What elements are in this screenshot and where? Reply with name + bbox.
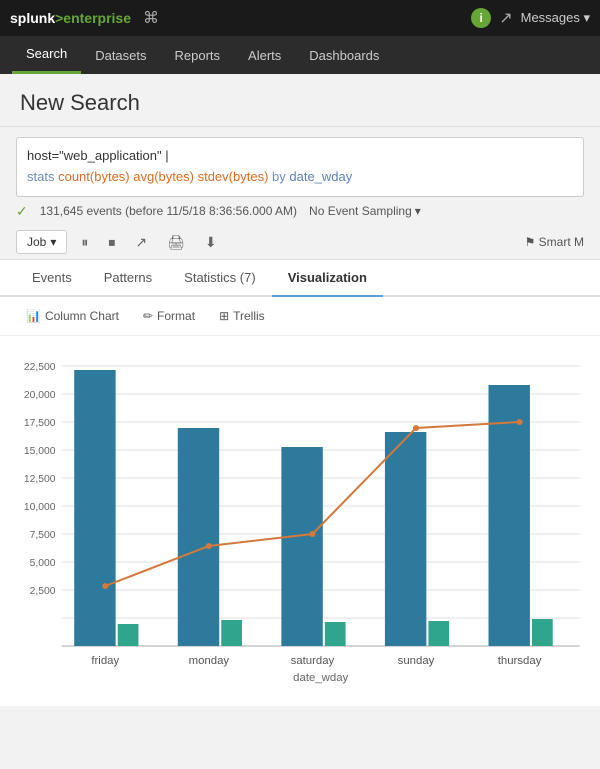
column-chart-icon: 📊 xyxy=(26,309,41,323)
top-bar-left: splunk>enterprise ⌘ xyxy=(10,8,159,28)
dot-thursday xyxy=(516,419,522,425)
svg-text:7,500: 7,500 xyxy=(30,530,56,541)
x-axis-field-label: date_wday xyxy=(293,672,348,684)
trellis-button[interactable]: ⊞ Trellis xyxy=(209,305,275,327)
activity-icon[interactable]: ⌘ xyxy=(143,8,159,28)
search-field: date_wday xyxy=(289,169,352,184)
no-sampling-dropdown[interactable]: No Event Sampling ▾ xyxy=(309,204,421,218)
page-content: New Search host="web_application" | stat… xyxy=(0,74,600,706)
top-bar-right: i ↗ Messages ▾ xyxy=(471,8,590,28)
svg-text:17,500: 17,500 xyxy=(24,418,56,429)
status-check-icon: ✓ xyxy=(16,203,28,220)
bar-sunday-count xyxy=(385,432,426,646)
dot-sunday xyxy=(413,425,419,431)
dot-monday xyxy=(206,543,212,549)
messages-button[interactable]: Messages ▾ xyxy=(521,10,590,26)
print-icon[interactable]: 🖨 xyxy=(161,230,191,255)
nav-alerts[interactable]: Alerts xyxy=(234,36,295,74)
search-fn2: avg(bytes) xyxy=(133,169,194,184)
svg-text:15,000: 15,000 xyxy=(24,446,56,457)
xlabel-friday: friday xyxy=(91,655,119,667)
bar-saturday-count xyxy=(281,447,322,646)
main-nav: Search Datasets Reports Alerts Dashboard… xyxy=(0,36,600,74)
viz-toolbar: 📊 Column Chart ✏ Format ⊞ Trellis xyxy=(0,297,600,336)
trellis-label: Trellis xyxy=(233,309,265,323)
logo-enterprise: >enterprise xyxy=(55,10,131,26)
page-title: New Search xyxy=(20,90,580,116)
bar-saturday-avg xyxy=(325,622,346,646)
sampling-chevron: ▾ xyxy=(415,204,421,218)
bar-friday-avg xyxy=(118,624,139,646)
chart-svg: 22,500 20,000 17,500 15,000 12,500 10,00… xyxy=(10,346,590,686)
job-button[interactable]: Job ▾ xyxy=(16,230,67,254)
format-icon: ✏ xyxy=(143,309,153,323)
tab-visualization[interactable]: Visualization xyxy=(272,260,383,297)
nav-dashboards[interactable]: Dashboards xyxy=(295,36,393,74)
bar-thursday-avg xyxy=(532,619,553,646)
nav-datasets[interactable]: Datasets xyxy=(81,36,160,74)
trellis-icon: ⊞ xyxy=(219,309,229,323)
tabs-bar: Events Patterns Statistics (7) Visualiza… xyxy=(0,260,600,297)
events-count: 131,645 events (before 11/5/18 8:36:56.0… xyxy=(40,204,297,218)
svg-text:22,500: 22,500 xyxy=(24,362,56,373)
top-bar: splunk>enterprise ⌘ i ↗ Messages ▾ xyxy=(0,0,600,36)
smart-mode-label: ⚑ Smart M xyxy=(525,235,584,249)
bar-monday-avg xyxy=(221,620,242,646)
xlabel-monday: monday xyxy=(189,655,230,667)
svg-text:10,000: 10,000 xyxy=(24,502,56,513)
svg-text:5,000: 5,000 xyxy=(30,558,56,569)
bar-monday-count xyxy=(178,428,219,646)
tab-events[interactable]: Events xyxy=(16,260,88,297)
sampling-label: No Event Sampling xyxy=(309,204,412,218)
send-icon[interactable]: ↗ xyxy=(129,230,153,255)
svg-text:12,500: 12,500 xyxy=(24,474,56,485)
xlabel-sunday: sunday xyxy=(398,655,435,667)
search-line1: host="web_application" | xyxy=(27,148,169,163)
dot-saturday xyxy=(309,531,315,537)
chart-type-label: Column Chart xyxy=(45,309,119,323)
job-label: Job xyxy=(27,235,46,249)
bar-sunday-avg xyxy=(428,621,449,646)
pause-icon[interactable]: ⏸ xyxy=(75,230,94,255)
tab-statistics[interactable]: Statistics (7) xyxy=(168,260,272,297)
download-icon[interactable]: ⬇ xyxy=(199,230,223,255)
dot-friday xyxy=(102,583,108,589)
nav-reports[interactable]: Reports xyxy=(161,36,235,74)
search-query: host="web_application" | stats count(byt… xyxy=(27,146,573,188)
nav-search[interactable]: Search xyxy=(12,36,81,74)
search-area[interactable]: host="web_application" | stats count(byt… xyxy=(16,137,584,197)
arrow-icon[interactable]: ↗ xyxy=(499,8,512,28)
toolbar: Job ▾ ⏸ ⏹ ↗ 🖨 ⬇ ⚑ Smart M xyxy=(0,226,600,260)
page-title-bar: New Search xyxy=(0,74,600,127)
search-by-kw: by xyxy=(272,169,286,184)
search-fn1: count(bytes) xyxy=(58,169,130,184)
job-chevron: ▾ xyxy=(50,235,56,249)
stop-icon[interactable]: ⏹ xyxy=(102,230,121,255)
info-icon[interactable]: i xyxy=(471,8,491,28)
format-button[interactable]: ✏ Format xyxy=(133,305,205,327)
search-stats-kw: stats xyxy=(27,169,54,184)
chart-container: 22,500 20,000 17,500 15,000 12,500 10,00… xyxy=(0,336,600,706)
bar-friday-count xyxy=(74,370,115,646)
chart-type-button[interactable]: 📊 Column Chart xyxy=(16,305,129,327)
messages-label: Messages xyxy=(521,10,580,25)
search-fn3: stdev(bytes) xyxy=(198,169,269,184)
svg-text:2,500: 2,500 xyxy=(30,586,56,597)
svg-text:20,000: 20,000 xyxy=(24,390,56,401)
tab-patterns[interactable]: Patterns xyxy=(88,260,168,297)
xlabel-thursday: thursday xyxy=(498,655,542,667)
splunk-logo: splunk>enterprise xyxy=(10,10,131,26)
format-label: Format xyxy=(157,309,195,323)
status-bar: ✓ 131,645 events (before 11/5/18 8:36:56… xyxy=(0,197,600,226)
xlabel-saturday: saturday xyxy=(291,655,335,667)
